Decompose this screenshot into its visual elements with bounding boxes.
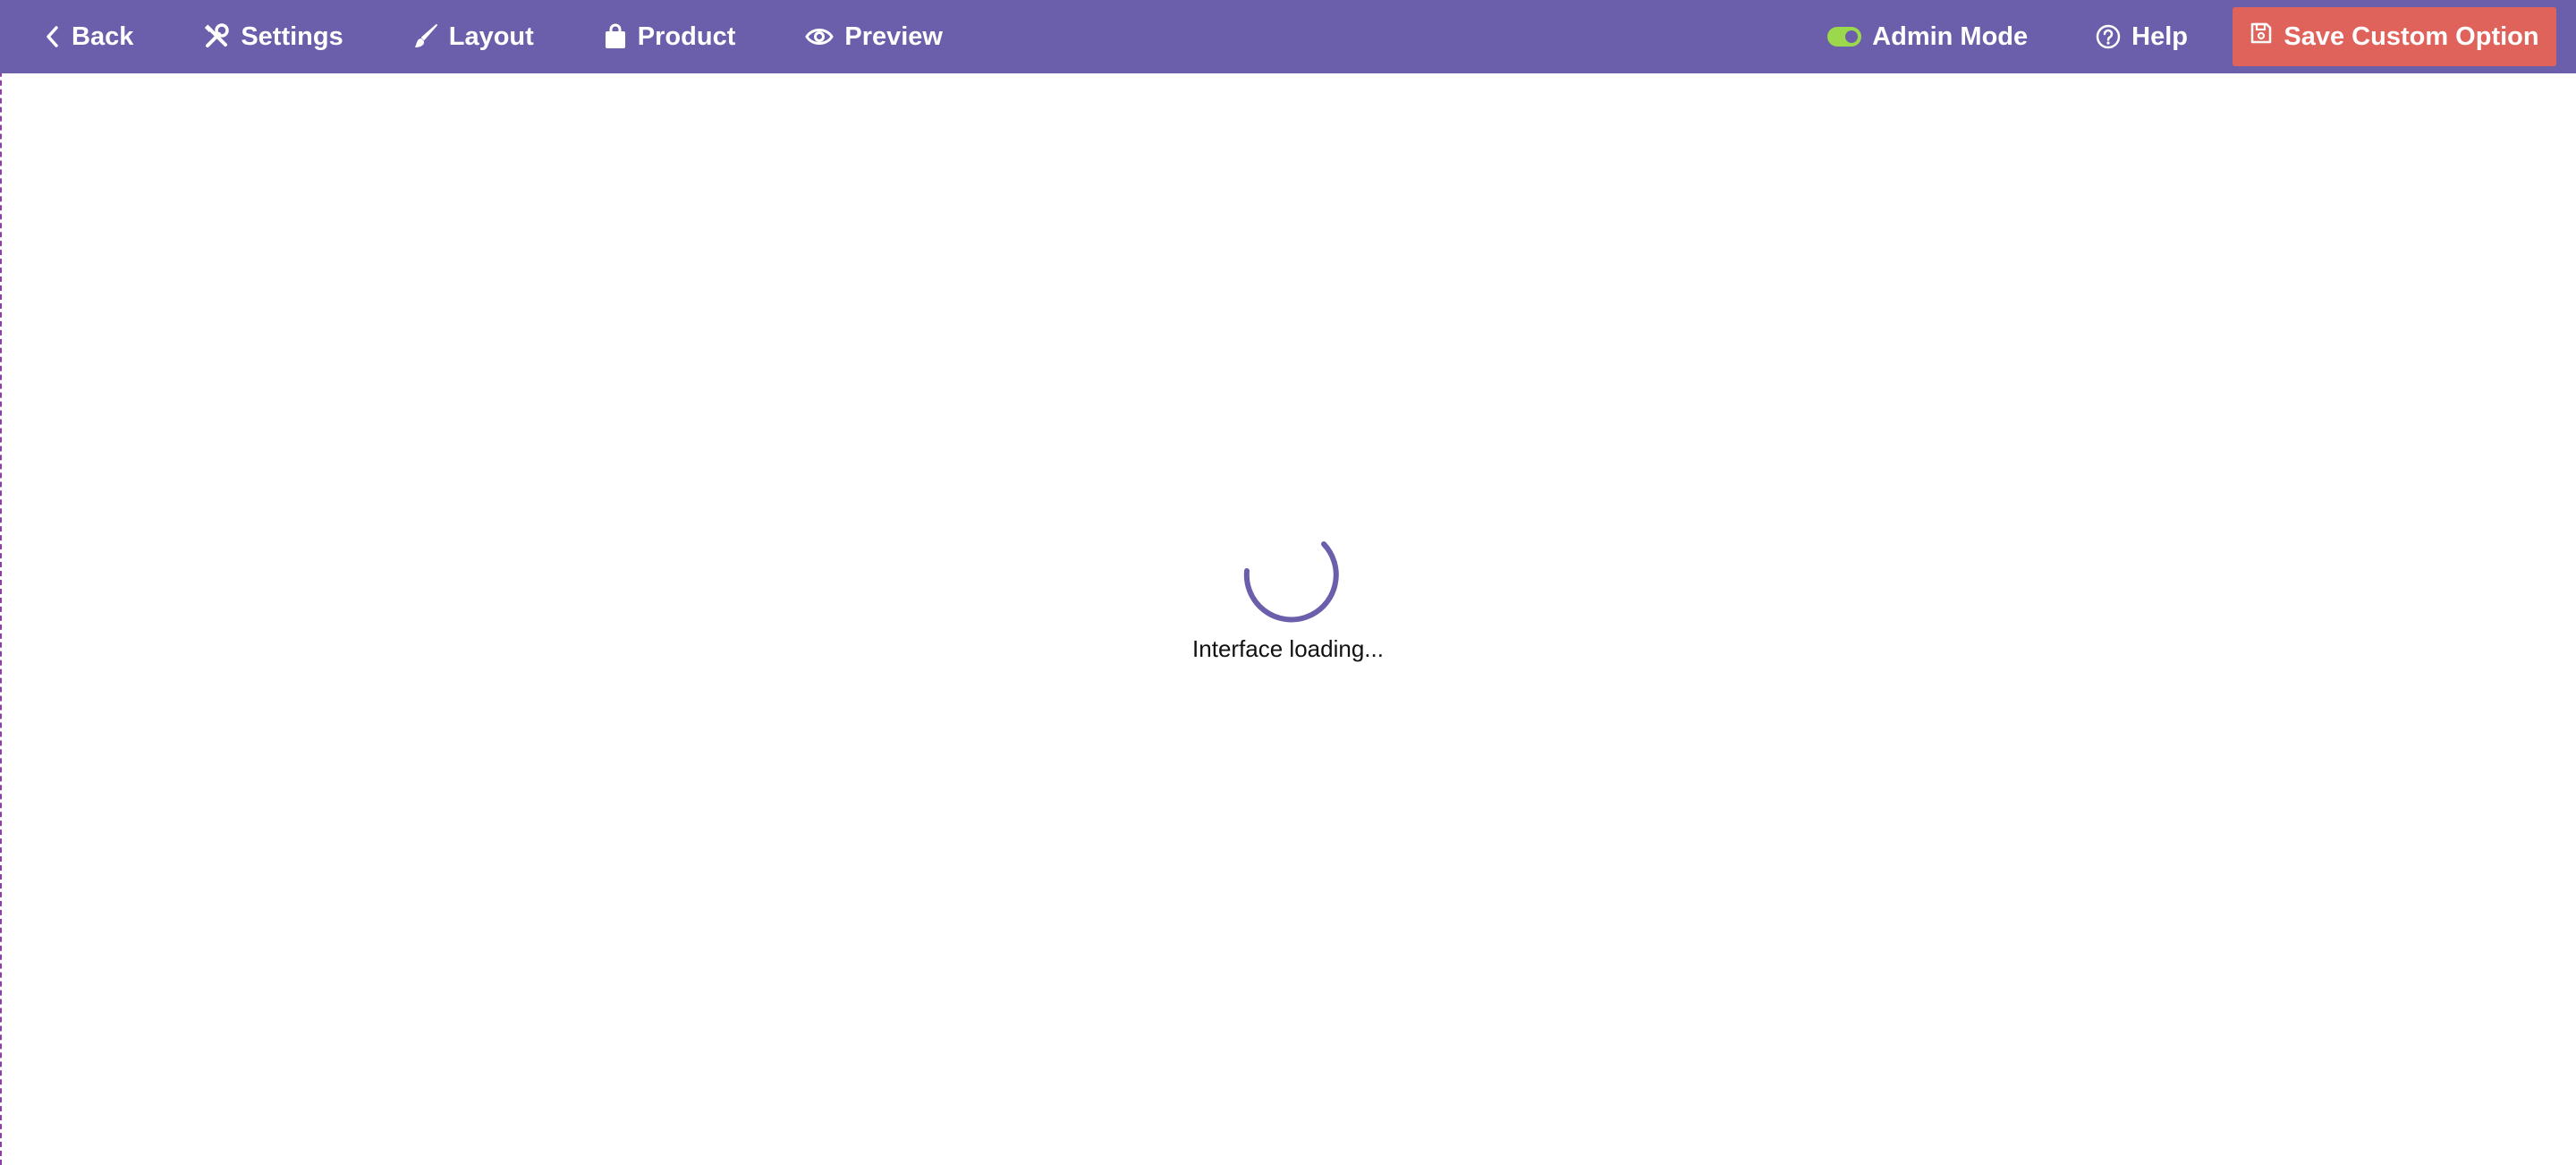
top-toolbar: Back Settings Layout Product Preview Adm… [0,0,2576,73]
eye-icon [805,26,835,47]
toggle-on-icon [1827,27,1862,47]
preview-label: Preview [844,21,943,51]
toolbar-left-group: Back Settings Layout Product Preview [45,0,1013,73]
admin-mode-label: Admin Mode [1872,21,2029,51]
back-label: Back [72,21,134,51]
back-button[interactable]: Back [45,22,133,52]
admin-mode-toggle[interactable]: Admin Mode [1827,22,2028,52]
layout-button[interactable]: Layout [413,22,534,52]
settings-button[interactable]: Settings [203,22,343,52]
help-label: Help [2131,21,2188,51]
product-button[interactable]: Product [604,21,736,52]
layout-label: Layout [448,21,534,51]
product-label: Product [637,21,736,51]
tools-icon [203,23,230,50]
help-button[interactable]: Help [2096,22,2188,52]
save-label: Save Custom Option [2284,21,2539,51]
chevron-left-icon [45,24,61,49]
shopping-bag-icon [604,23,627,50]
toolbar-right-group: Admin Mode Help Save Custom Option [1827,0,2576,73]
loading-text: Interface loading... [1192,635,1384,662]
preview-button[interactable]: Preview [805,22,943,52]
settings-label: Settings [241,21,343,51]
loading-spinner [1236,519,1343,626]
question-circle-icon [2096,24,2121,49]
paintbrush-icon [413,23,438,50]
save-custom-option-button[interactable]: Save Custom Option [2233,7,2556,66]
floppy-disk-icon [2250,21,2273,52]
